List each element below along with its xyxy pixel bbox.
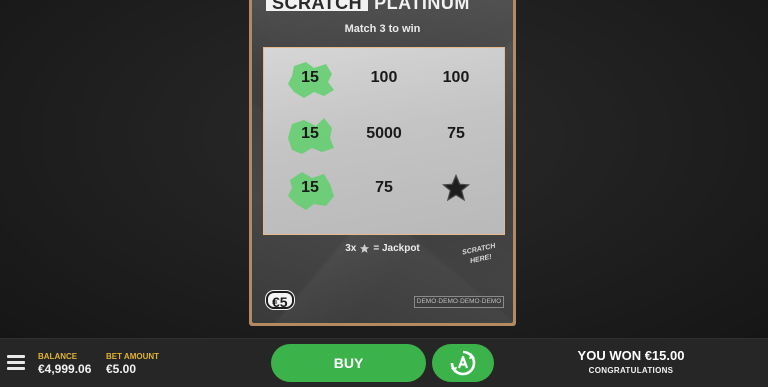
grid-cell-r2-c2: 5000 xyxy=(354,114,414,154)
grid-cell-r3-c1: 15 xyxy=(280,168,340,210)
buy-button[interactable]: BUY xyxy=(271,344,426,382)
grid-cell-r3-c2: 75 xyxy=(354,168,414,208)
win-message: CONGRATULATIONS xyxy=(588,366,674,375)
jackpot-suffix: = Jackpot xyxy=(373,243,420,254)
scratch-card: SCRATCH PLATINUM Match 3 to win 15 100 1… xyxy=(249,0,516,326)
cell-value: 5000 xyxy=(366,125,402,142)
grid-cell-r1-c2: 100 xyxy=(354,58,414,98)
autoplay-button[interactable] xyxy=(432,344,494,382)
cell-value: 75 xyxy=(375,179,393,196)
cell-value: 100 xyxy=(442,69,470,86)
ticket-price-badge: €5 xyxy=(266,291,294,310)
demo-label: DEMO·DEMO·DEMO·DEMO xyxy=(414,296,504,308)
cell-value: 15 xyxy=(301,179,319,196)
bet-amount-label: BET AMOUNT xyxy=(106,352,160,361)
cell-value: 75 xyxy=(447,125,465,142)
win-amount: YOU WON €15.00 xyxy=(577,348,685,363)
grid-cell-r1-c1: 15 xyxy=(280,58,340,98)
cell-value: 15 xyxy=(301,125,319,142)
logo-scratch-text: SCRATCH xyxy=(266,0,369,11)
hamburger-menu-icon[interactable] xyxy=(7,355,25,371)
grid-cell-r3-c3 xyxy=(426,168,486,208)
bottom-control-bar: BALANCE €4,999.06 BET AMOUNT €5.00 BUY Y… xyxy=(0,338,768,387)
jackpot-prefix: 3x xyxy=(345,243,357,254)
star-icon xyxy=(441,173,471,202)
balance-label: BALANCE xyxy=(38,352,78,361)
bet-amount-display[interactable]: BET AMOUNT €5.00 xyxy=(106,352,159,376)
grid-cell-r2-c1: 15 xyxy=(280,114,340,154)
star-icon xyxy=(360,243,370,253)
cell-value: 100 xyxy=(370,69,398,86)
logo-platinum-text: PLATINUM xyxy=(374,0,470,11)
balance-display: BALANCE €4,999.06 xyxy=(38,352,91,376)
card-subtitle: Match 3 to win xyxy=(344,23,421,35)
autoplay-icon xyxy=(450,350,476,376)
scratch-card-inner: SCRATCH PLATINUM Match 3 to win 15 100 1… xyxy=(252,0,513,323)
balance-value: €4,999.06 xyxy=(38,362,92,376)
cell-value: 15 xyxy=(301,69,319,86)
win-display: YOU WON €15.00 CONGRATULATIONS xyxy=(556,348,706,378)
game-logo: SCRATCH PLATINUM xyxy=(266,0,470,13)
scratch-play-area[interactable]: 15 100 100 15 5000 75 15 75 xyxy=(263,47,505,235)
grid-cell-r2-c3: 75 xyxy=(426,114,486,154)
game-stage: SCRATCH PLATINUM Match 3 to win 15 100 1… xyxy=(0,0,768,338)
bet-amount-value: €5.00 xyxy=(106,362,137,376)
grid-cell-r1-c3: 100 xyxy=(426,58,486,98)
